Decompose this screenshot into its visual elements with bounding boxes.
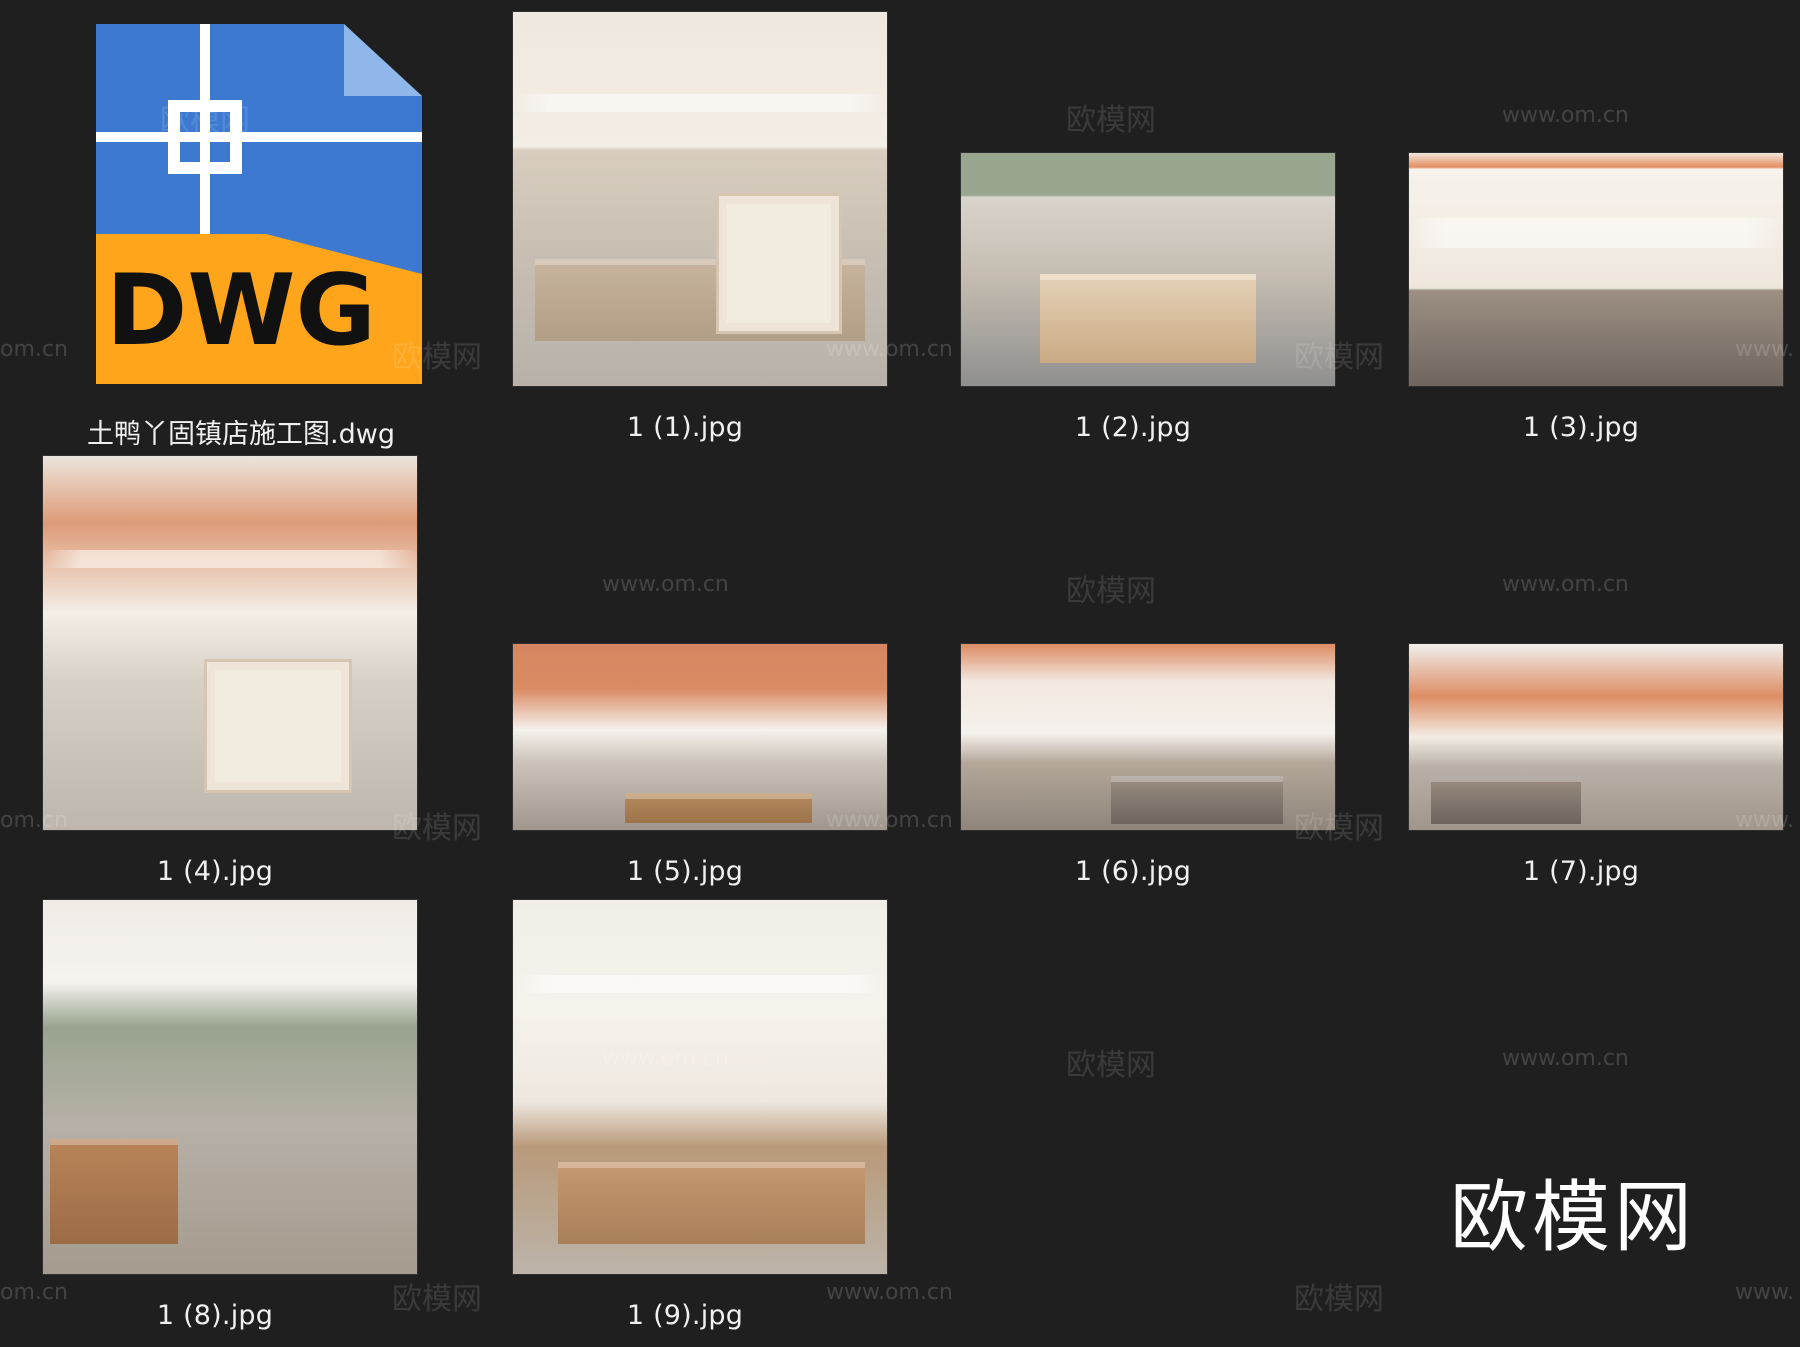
- file-item-jpg-6[interactable]: 1 (6).jpg: [918, 456, 1348, 887]
- file-name-label: 1 (8).jpg: [156, 1300, 274, 1331]
- file-name-label: 1 (7).jpg: [1522, 856, 1640, 887]
- dwg-icon-text: DWG: [106, 254, 376, 368]
- file-name-label: 土鸭丫固镇店施工图.dwg: [87, 419, 395, 450]
- image-thumbnail: [43, 456, 417, 830]
- file-name-label: 1 (3).jpg: [1522, 412, 1640, 443]
- image-thumbnail: [1409, 153, 1783, 386]
- file-name-label: 1 (4).jpg: [156, 856, 274, 887]
- image-thumbnail: [961, 644, 1335, 830]
- watermark-text: 欧模网: [1294, 1282, 1384, 1317]
- file-name-label: 1 (2).jpg: [1074, 412, 1192, 443]
- image-thumbnail: [43, 900, 417, 1274]
- file-name-label: 1 (9).jpg: [626, 1300, 744, 1331]
- watermark-text: www.: [1735, 1280, 1794, 1305]
- file-name-label: 1 (6).jpg: [1074, 856, 1192, 887]
- file-name-label: 1 (1).jpg: [626, 412, 744, 443]
- image-thumbnail: [513, 12, 887, 386]
- file-item-jpg-1[interactable]: 1 (1).jpg: [470, 12, 900, 443]
- file-browser-view: DWG 土鸭丫固镇店施工图.dwg 1 (1).jpg 1 (2).jpg 1 …: [0, 0, 1800, 1347]
- file-name-label: 1 (5).jpg: [626, 856, 744, 887]
- file-item-jpg-9[interactable]: 1 (9).jpg: [470, 900, 900, 1331]
- image-thumbnail: [513, 900, 887, 1274]
- file-item-jpg-7[interactable]: 1 (7).jpg: [1366, 456, 1796, 887]
- watermark-text: 欧模网: [1066, 1048, 1156, 1083]
- file-item-jpg-2[interactable]: 1 (2).jpg: [918, 12, 1348, 443]
- watermark-text: www.om.cn: [1502, 1046, 1629, 1071]
- image-thumbnail: [961, 153, 1335, 386]
- brand-logo-text: 欧模网: [1449, 1173, 1696, 1263]
- dwg-file-icon: DWG: [96, 24, 422, 384]
- file-item-jpg-8[interactable]: 1 (8).jpg: [0, 900, 430, 1331]
- image-thumbnail: [1409, 644, 1783, 830]
- image-thumbnail: [513, 644, 887, 830]
- file-item-jpg-3[interactable]: 1 (3).jpg: [1366, 12, 1796, 443]
- file-item-jpg-4[interactable]: 1 (4).jpg: [0, 456, 430, 887]
- file-item-dwg[interactable]: DWG 土鸭丫固镇店施工图.dwg: [26, 12, 456, 450]
- file-item-jpg-5[interactable]: 1 (5).jpg: [470, 456, 900, 887]
